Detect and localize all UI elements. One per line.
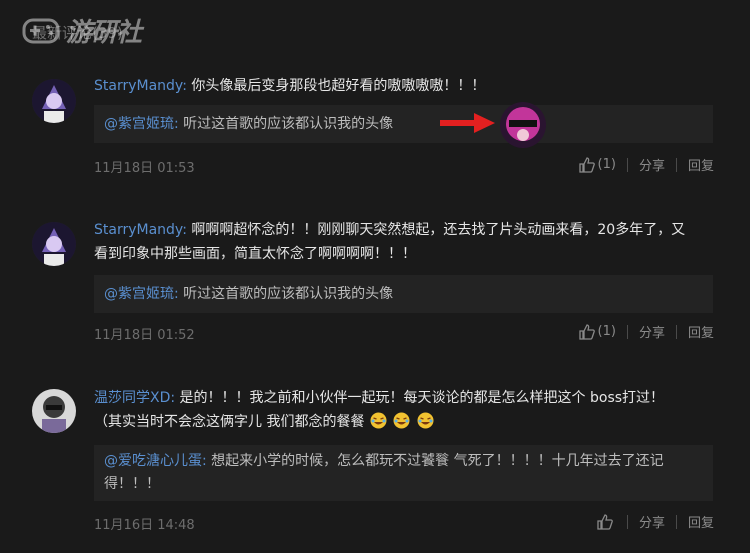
avatar-image-icon (32, 79, 76, 123)
comment-content-line2: （其实当时不会念这俩字儿 我们都念的餐餐 (94, 414, 365, 430)
thumbs-up-icon (578, 323, 595, 340)
comment-text: StarryMandy: 你头像最后变身那段也超好看的嗷嗷嗷嗷！！！ (94, 74, 716, 98)
avatar[interactable] (32, 79, 76, 123)
comment-actions: 分享 回复 (597, 512, 714, 531)
avatar[interactable] (32, 389, 76, 433)
reply-content: 听过这首歌的应该都认识我的头像 (183, 116, 394, 132)
divider (675, 514, 677, 529)
watermark-logo: 游研社 (22, 12, 142, 49)
comment-text: StarryMandy: 啊啊啊超怀念的！！刚刚聊天突然想起，还去找了片头动画来… (94, 218, 716, 266)
reply-username[interactable]: @紫宫姬琉: (104, 116, 179, 132)
comment-content-line2: 看到印象中那些画面，简直太怀念了啊啊啊啊！！！ (94, 246, 416, 262)
quoted-reply: @紫宫姬琉: 听过这首歌的应该都认识我的头像 (94, 275, 713, 313)
divider (675, 157, 677, 172)
reply-username[interactable]: @爱吃溏心儿蛋: (104, 453, 207, 469)
reply-button[interactable]: 回复 (688, 155, 714, 174)
anime-avatar-icon (500, 102, 546, 148)
like-button[interactable] (597, 513, 616, 530)
comment-time: 11月18日 01:53 (94, 161, 195, 176)
share-button[interactable]: 分享 (639, 512, 665, 531)
avatar-image-icon (32, 222, 76, 266)
like-count: (1) (597, 324, 616, 339)
comment-meta: 11月18日 01:53 (1) 分享 回复 (94, 155, 716, 177)
like-count: (1) (597, 157, 616, 172)
comment-username[interactable]: StarryMandy: (94, 222, 187, 238)
reply-button[interactable]: 回复 (688, 512, 714, 531)
laughing-emoji-icon (393, 412, 410, 429)
like-button[interactable]: (1) (578, 323, 616, 340)
reply-content: 听过这首歌的应该都认识我的头像 (183, 286, 394, 302)
divider (675, 324, 677, 339)
comment-username[interactable]: StarryMandy: (94, 78, 187, 94)
share-button[interactable]: 分享 (639, 155, 665, 174)
comment-meta: 11月16日 14:48 分享 回复 (94, 512, 716, 534)
reply-content-line1: 想起来小学的时候，怎么都玩不过饕餮 气死了！！！！十几年过去了还记 (211, 453, 664, 469)
comment-text: 温莎同学XD: 是的！！！我之前和小伙伴一起玩！每天谈论的都是怎么样把这个 bo… (94, 386, 716, 434)
reply-username[interactable]: @紫宫姬琉: (104, 286, 179, 302)
reply-avatar-image (500, 102, 546, 148)
thumbs-up-icon (578, 156, 595, 173)
laughing-emoji-icon (417, 412, 434, 429)
comment-actions: (1) 分享 回复 (578, 155, 714, 174)
thumbs-up-icon (597, 513, 613, 530)
comment-actions: (1) 分享 回复 (578, 322, 714, 341)
divider (626, 514, 628, 529)
avatar-image-icon (32, 389, 76, 433)
divider (626, 157, 628, 172)
quoted-reply: @爱吃溏心儿蛋: 想起来小学的时候，怎么都玩不过饕餮 气死了！！！！十几年过去了… (94, 445, 713, 501)
reply-content-line2: 得！！！ (104, 476, 160, 492)
comment-meta: 11月18日 01:52 (1) 分享 回复 (94, 322, 716, 344)
comment-content-line1: 啊啊啊超怀念的！！刚刚聊天突然想起，还去找了片头动画来看，20多年了，又 (191, 222, 686, 238)
comment-time: 11月18日 01:52 (94, 328, 195, 343)
avatar[interactable] (32, 222, 76, 266)
comment-time: 11月16日 14:48 (94, 518, 195, 533)
red-arrow-icon (440, 113, 495, 133)
laughing-emoji-icon (370, 412, 387, 429)
comment-username[interactable]: 温莎同学XD: (94, 390, 175, 406)
watermark-text: 游研社 (66, 18, 142, 48)
comment-content-line1: 是的！！！我之前和小伙伴一起玩！每天谈论的都是怎么样把这个 boss打过！ (179, 390, 665, 406)
comment-content: 你头像最后变身那段也超好看的嗷嗷嗷嗷！！！ (191, 78, 486, 94)
reply-button[interactable]: 回复 (688, 322, 714, 341)
divider (626, 324, 628, 339)
gamepad-icon (22, 18, 60, 43)
like-button[interactable]: (1) (578, 156, 616, 173)
share-button[interactable]: 分享 (639, 322, 665, 341)
quoted-reply: @紫宫姬琉: 听过这首歌的应该都认识我的头像 (94, 105, 713, 143)
